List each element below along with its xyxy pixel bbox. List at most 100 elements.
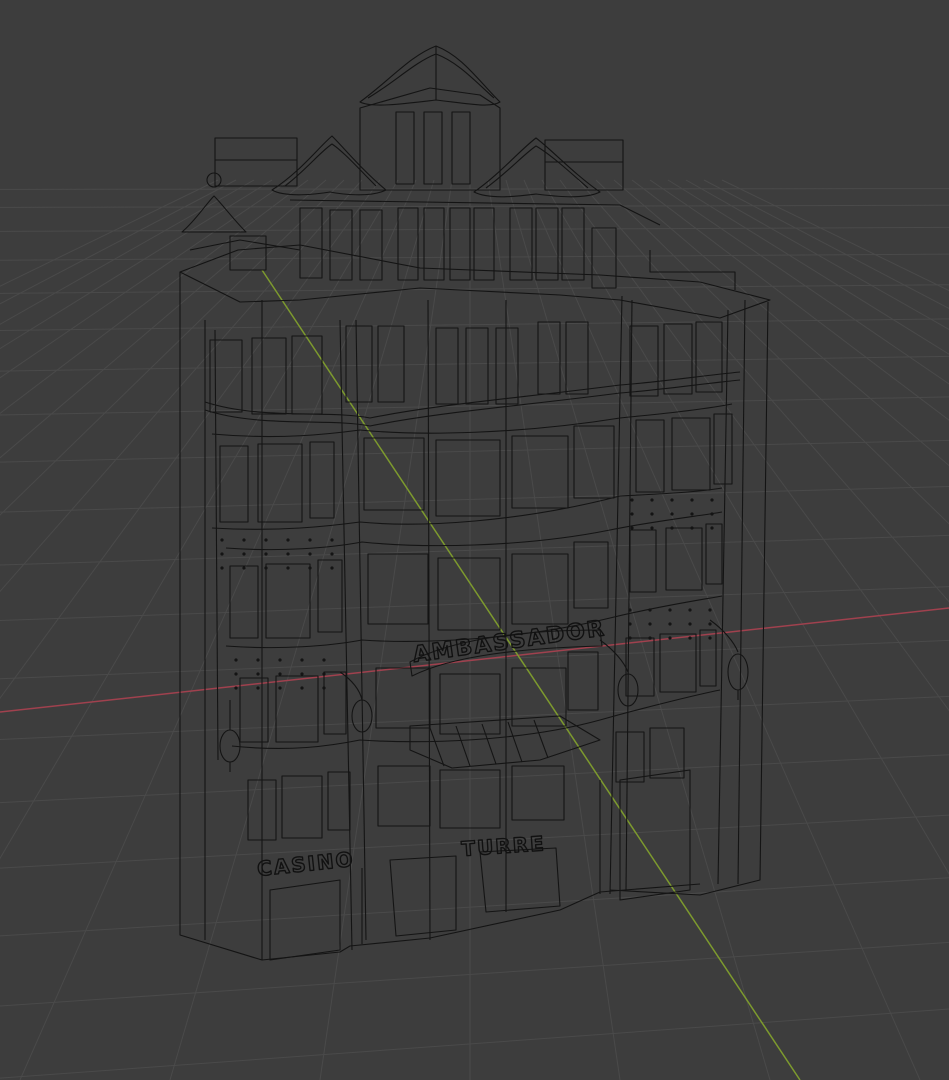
facade-rivet	[322, 658, 326, 662]
facade-rivet	[256, 658, 260, 662]
facade-rivet	[278, 672, 282, 676]
facade-rivet	[278, 686, 282, 690]
grid-line-horizontal	[0, 439, 949, 463]
ambassador-sign: AMBASSADOR	[411, 616, 607, 668]
grid-line-horizontal	[0, 355, 949, 372]
facade-rivet	[308, 566, 312, 570]
facade-rivet	[286, 566, 290, 570]
grid-line-horizontal	[0, 204, 949, 208]
facade-rivet	[708, 636, 712, 640]
central-dormer	[359, 45, 501, 191]
grid-line-horizontal	[0, 534, 949, 566]
grid-line-horizontal	[0, 1008, 949, 1079]
grid-line-receding	[0, 179, 291, 379]
facade-rivet	[670, 498, 674, 502]
facade-rivet	[650, 498, 654, 502]
facade-rivet	[300, 686, 304, 690]
grid-line-receding	[169, 179, 435, 1080]
facade-rivet	[242, 566, 246, 570]
x-axis-line	[0, 607, 949, 713]
facade-rivet	[670, 526, 674, 530]
right-entrance	[619, 769, 691, 901]
facade-rivet	[234, 672, 238, 676]
viewport-canvas[interactable]: AMBASSADOR CASINO TURRE	[0, 0, 949, 1080]
facade-rivet	[708, 608, 712, 612]
center-door-left	[389, 855, 457, 937]
grid-line-receding	[0, 179, 273, 350]
facade-rivet	[670, 512, 674, 516]
lantern-left	[219, 700, 241, 772]
grid-line-horizontal	[0, 941, 949, 1007]
grid-line-receding	[0, 179, 219, 287]
facade-rivet	[234, 686, 238, 690]
facade-rivet	[650, 526, 654, 530]
grid-line-horizontal	[0, 586, 949, 622]
facade-rivet	[668, 636, 672, 640]
facade-rivet	[630, 512, 634, 516]
right-turret	[473, 137, 624, 198]
grid-line-receding	[0, 179, 399, 860]
facade-rivet	[650, 512, 654, 516]
grid-line-receding	[631, 179, 949, 421]
entrance-awning	[409, 715, 601, 769]
facade-rivet	[708, 622, 712, 626]
facade-rivet	[710, 526, 714, 530]
facade-rivet	[330, 552, 334, 556]
facade-rivet	[628, 622, 632, 626]
facade-rivet	[300, 672, 304, 676]
facade-rivet	[286, 538, 290, 542]
grid-line-horizontal	[0, 754, 949, 804]
grid-line-receding	[0, 179, 327, 459]
3d-viewport[interactable]: AMBASSADOR CASINO TURRE	[0, 0, 949, 1080]
facade-rivet	[630, 498, 634, 502]
facade-rivet	[220, 538, 224, 542]
floor-2-windows	[225, 511, 723, 649]
facade-rivet	[668, 608, 672, 612]
grid-line-horizontal	[0, 877, 949, 937]
grid-line-horizontal	[0, 486, 949, 513]
facade-rivet	[628, 636, 632, 640]
casino-sign: CASINO	[256, 847, 356, 881]
facade-rivet	[286, 552, 290, 556]
left-wing-outline	[179, 272, 263, 961]
facade-rivet	[264, 538, 268, 542]
facade-rivet	[308, 552, 312, 556]
grid-line-horizontal	[0, 318, 949, 331]
left-entrance	[269, 879, 341, 961]
building-wireframe[interactable]: AMBASSADOR CASINO TURRE	[179, 45, 771, 961]
facade-rivet	[628, 608, 632, 612]
facade-rivet	[690, 498, 694, 502]
facade-rivet	[648, 608, 652, 612]
facade-rivet	[234, 658, 238, 662]
grid-line-horizontal	[0, 396, 949, 416]
grid-line-receding	[0, 179, 237, 305]
facade-rivet	[264, 566, 268, 570]
facade-rivet	[322, 672, 326, 676]
facade-rivet	[220, 552, 224, 556]
facade-rivet	[690, 526, 694, 530]
turre-sign: TURRE	[461, 831, 547, 861]
facade-rivet	[242, 552, 246, 556]
grid-line-horizontal	[0, 695, 949, 740]
facade-rivet	[278, 658, 282, 662]
facade-rivet	[242, 538, 246, 542]
facade-rivet	[256, 672, 260, 676]
facade-rivet	[690, 512, 694, 516]
facade-rivet	[688, 622, 692, 626]
floor-4-windows	[204, 321, 741, 427]
facade-rivet	[308, 538, 312, 542]
facade-rivet	[300, 658, 304, 662]
facade-rivet	[330, 538, 334, 542]
grid-line-horizontal	[0, 188, 949, 190]
facade-rivet	[710, 512, 714, 516]
facade-rivet	[220, 566, 224, 570]
grid-line-horizontal	[0, 284, 949, 294]
facade-rivet	[264, 552, 268, 556]
facade-rivet	[668, 622, 672, 626]
grid-line-receding	[0, 179, 381, 700]
facade-rivet	[688, 608, 692, 612]
facade-rivet	[648, 636, 652, 640]
facade-rivet	[710, 498, 714, 502]
facade-rivet	[648, 622, 652, 626]
facade-rivet	[256, 686, 260, 690]
